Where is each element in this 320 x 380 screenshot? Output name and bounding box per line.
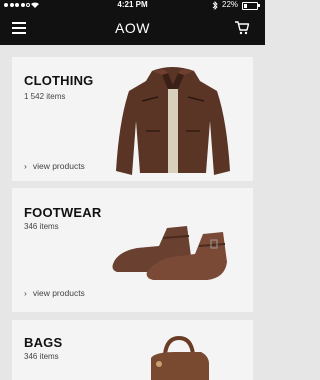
leather-bag-image	[151, 335, 209, 380]
battery-cap	[258, 4, 260, 7]
chevron-right-icon: ›	[24, 161, 27, 171]
category-card-clothing[interactable]: CLOTHING 1 542 items › view products	[12, 57, 253, 181]
category-title: FOOTWEAR	[24, 205, 102, 220]
category-title: BAGS	[24, 335, 63, 350]
category-item-count: 1 542 items	[24, 92, 66, 101]
status-bar: 4:21 PM 22%	[0, 0, 265, 12]
battery-percent: 22%	[222, 0, 239, 9]
leather-jacket-image	[116, 67, 230, 175]
app-header: 4:21 PM 22% AOW	[0, 0, 265, 45]
category-title: CLOTHING	[24, 73, 94, 88]
bluetooth-icon	[212, 1, 218, 10]
shopping-cart-icon[interactable]	[234, 20, 250, 36]
chevron-right-icon: ›	[24, 288, 27, 298]
category-card-footwear[interactable]: FOOTWEAR 346 items › view products	[12, 188, 253, 312]
view-products-link[interactable]: › view products	[24, 288, 85, 298]
app-title: AOW	[115, 20, 150, 36]
leather-boots-image	[112, 226, 227, 280]
battery-icon	[242, 2, 258, 10]
category-item-count: 346 items	[24, 352, 59, 361]
category-item-count: 346 items	[24, 222, 59, 231]
category-card-bags[interactable]: BAGS 346 items	[12, 320, 253, 380]
view-products-link[interactable]: › view products	[24, 161, 85, 171]
